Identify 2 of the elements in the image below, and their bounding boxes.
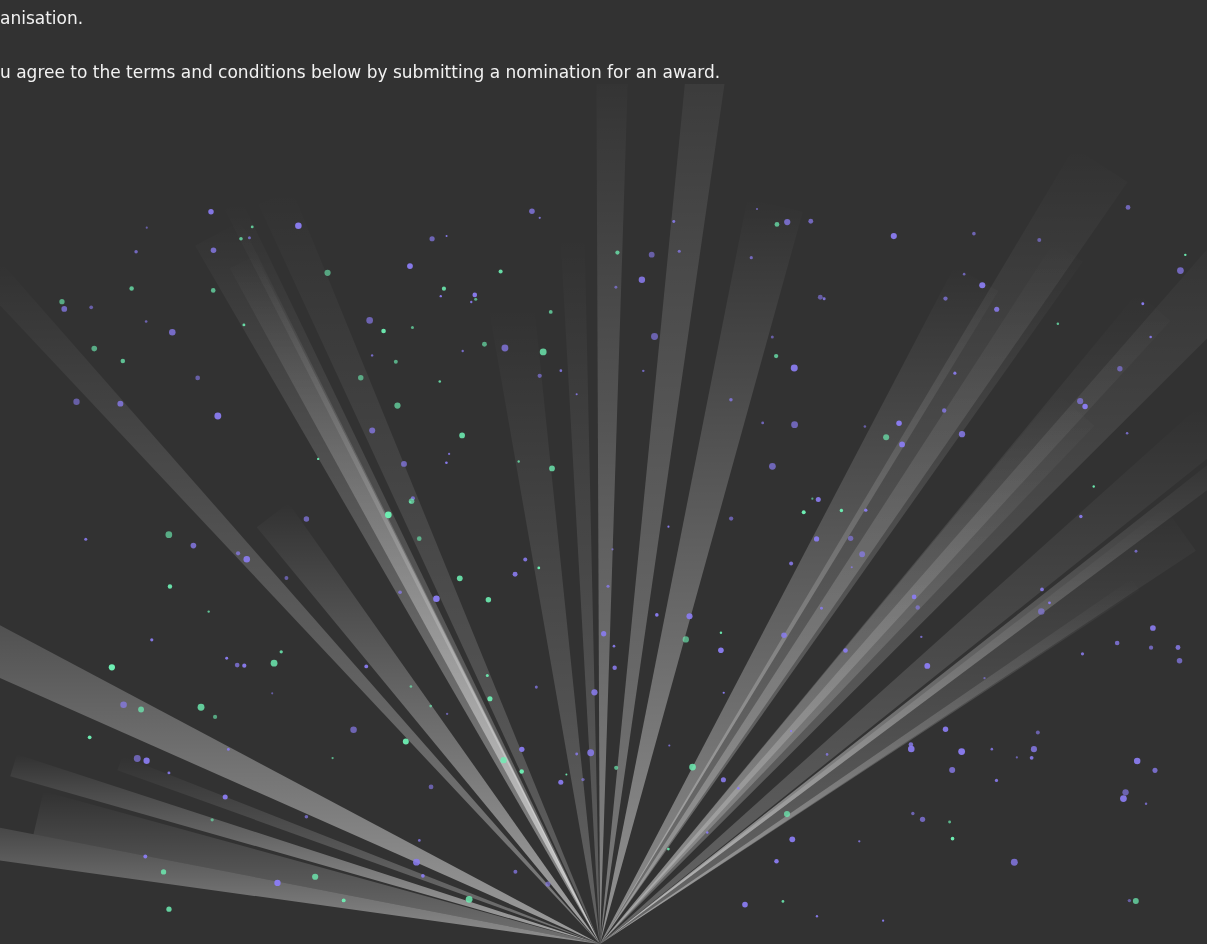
paragraph-text: u agree to the terms and conditions below by submitting a nomination for an award.: [0, 61, 722, 84]
paragraph-text: anisation.: [0, 7, 85, 30]
